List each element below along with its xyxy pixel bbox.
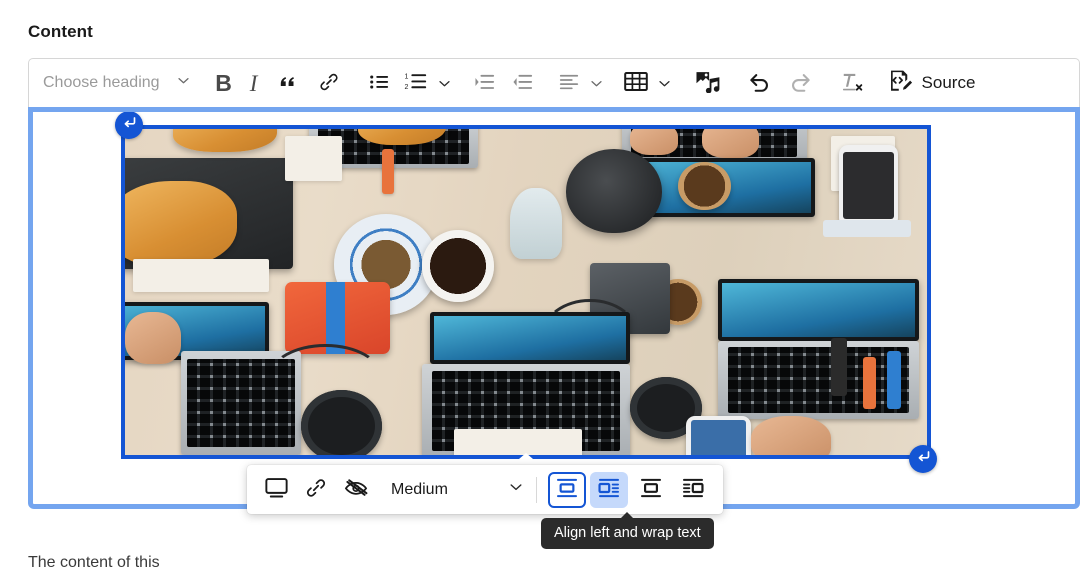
image-figure — [125, 129, 927, 455]
alignment-options-dropdown[interactable] — [586, 66, 608, 100]
rich-text-editor: Choose heading B I 1 2 Source — [28, 58, 1080, 509]
chevron-down-icon — [508, 479, 524, 500]
heading-dropdown[interactable]: Choose heading — [43, 73, 199, 93]
align-left-wrap-icon — [598, 478, 620, 501]
decorative-image-button[interactable] — [337, 472, 375, 508]
undo-button[interactable] — [739, 66, 780, 100]
link-icon — [318, 71, 340, 96]
align-right-wrap-text-button[interactable] — [674, 472, 712, 508]
heading-dropdown-label: Choose heading — [43, 74, 160, 91]
eye-slash-icon — [344, 477, 368, 502]
svg-text:1: 1 — [404, 73, 408, 80]
display-settings-button[interactable] — [257, 472, 295, 508]
image-size-dropdown[interactable]: Medium — [377, 479, 530, 500]
editor-content-area[interactable] — [28, 107, 1080, 509]
align-break-text-icon — [556, 478, 578, 501]
table-icon — [623, 71, 648, 95]
source-button[interactable]: Source — [883, 69, 982, 98]
align-break-text-button[interactable] — [547, 471, 586, 508]
desk-photo — [125, 129, 927, 455]
redo-icon — [789, 71, 812, 95]
bold-button[interactable]: B — [209, 66, 239, 100]
link-button[interactable] — [308, 66, 350, 100]
italic-icon: I — [249, 70, 258, 96]
tooltip: Align left and wrap text — [541, 518, 714, 549]
remove-format-icon — [840, 71, 864, 96]
align-center-icon — [640, 478, 662, 501]
numbered-list-button[interactable]: 1 2 — [398, 66, 434, 100]
increase-indent-icon — [474, 72, 496, 95]
source-code-icon — [889, 69, 913, 98]
bold-icon: B — [215, 69, 232, 96]
align-left-wrap-text-button[interactable] — [589, 471, 628, 508]
image-balloon-toolbar: Medium — [247, 465, 723, 514]
page-title: Content — [28, 22, 93, 41]
toolbar-divider — [535, 476, 537, 503]
body-paragraph: The content of this — [28, 554, 160, 571]
media-library-icon — [695, 70, 720, 96]
image-widget-type-around-before[interactable] — [115, 112, 143, 139]
bulleted-list-button[interactable] — [360, 66, 398, 100]
link-icon — [305, 477, 327, 502]
return-arrow-icon — [122, 115, 137, 135]
align-right-wrap-icon — [682, 478, 704, 501]
insert-table-button[interactable] — [618, 66, 654, 100]
image-size-value: Medium — [391, 480, 448, 498]
insert-media-button[interactable] — [686, 66, 729, 100]
bulleted-list-icon — [368, 72, 390, 95]
block-quote-icon — [278, 71, 299, 95]
italic-button[interactable]: I — [239, 66, 269, 100]
undo-icon — [748, 71, 771, 95]
image-widget[interactable] — [115, 112, 937, 473]
align-left-icon — [558, 72, 580, 95]
chevron-down-icon — [176, 73, 191, 93]
text-alignment-button[interactable] — [552, 66, 586, 100]
monitor-icon — [264, 477, 288, 502]
decrease-indent-icon — [512, 72, 534, 95]
block-quote-button[interactable] — [269, 66, 308, 100]
return-arrow-icon — [916, 449, 931, 469]
list-options-dropdown[interactable] — [434, 66, 456, 100]
align-center-button[interactable] — [632, 472, 670, 508]
remove-format-button[interactable] — [831, 66, 873, 100]
image-link-button[interactable] — [297, 472, 335, 508]
svg-text:2: 2 — [404, 84, 408, 91]
decrease-indent-button[interactable] — [504, 66, 542, 100]
increase-indent-button[interactable] — [466, 66, 504, 100]
editor-toolbar: Choose heading B I 1 2 Source — [28, 58, 1080, 107]
numbered-list-icon: 1 2 — [404, 71, 428, 95]
image-widget-type-around-after[interactable] — [909, 445, 937, 473]
source-button-label: Source — [921, 73, 976, 92]
table-options-dropdown[interactable] — [654, 66, 676, 100]
image-resize-handle[interactable] — [519, 453, 533, 459]
redo-button[interactable] — [780, 66, 821, 100]
